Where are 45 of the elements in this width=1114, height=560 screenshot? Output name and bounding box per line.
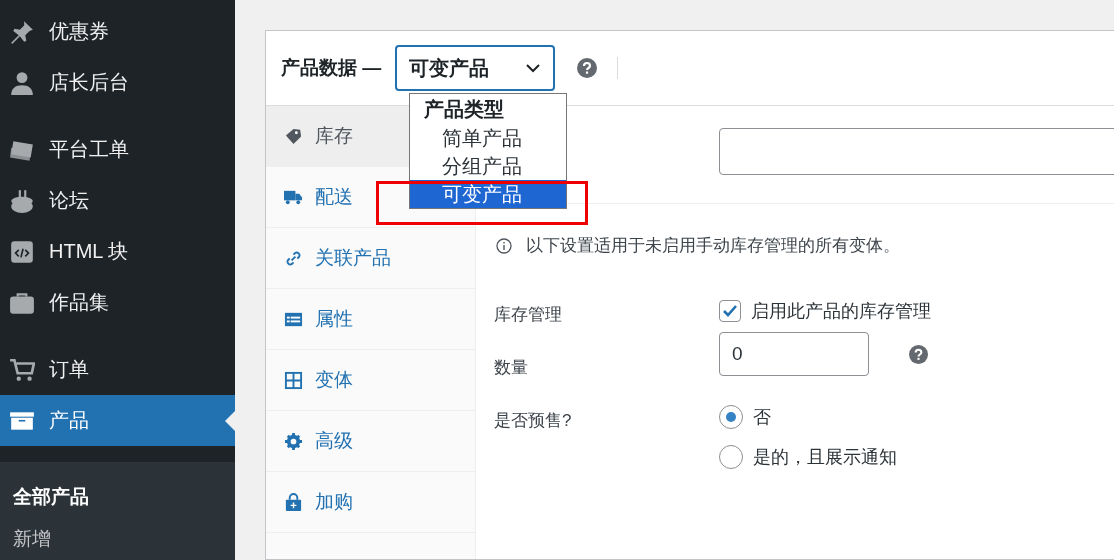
sidebar-item[interactable]: HTML 块 bbox=[0, 226, 235, 277]
notice-text: 以下设置适用于未启用手动库存管理的所有变体。 bbox=[526, 235, 900, 257]
panel-tab[interactable]: 变体 bbox=[266, 350, 409, 410]
code-block-icon bbox=[9, 238, 35, 265]
panel-tab[interactable]: 高级 bbox=[266, 411, 409, 471]
gear-icon bbox=[284, 431, 303, 451]
sidebar-item[interactable]: 作品集 bbox=[0, 277, 235, 328]
sidebar-item[interactable]: 平台工单 bbox=[0, 124, 235, 175]
sidebar-item[interactable]: 产品 bbox=[0, 395, 235, 446]
sidebar-item[interactable]: 论坛 bbox=[0, 175, 235, 226]
bag-icon bbox=[284, 492, 303, 512]
dropdown-option[interactable]: 分组产品 bbox=[410, 152, 566, 180]
sidebar-item[interactable]: 店长后台 bbox=[0, 57, 235, 108]
sidebar-item[interactable]: 优惠券 bbox=[0, 6, 235, 57]
field-label: 数量 bbox=[494, 357, 529, 379]
dropdown-option[interactable]: 简单产品 bbox=[410, 124, 566, 152]
product-type-select[interactable]: 可变产品 bbox=[395, 45, 556, 91]
radio-label: 否 bbox=[753, 406, 771, 429]
checkbox[interactable] bbox=[719, 300, 741, 322]
panel-tab[interactable]: 库存 bbox=[266, 106, 409, 166]
dropdown-option[interactable]: 可变产品 bbox=[410, 180, 566, 208]
help-icon bbox=[577, 58, 598, 78]
checkbox-label: 启用此产品的库存管理 bbox=[751, 300, 931, 323]
panel-tab[interactable]: 加购 bbox=[266, 472, 409, 532]
radio-label: 是的，且展示通知 bbox=[753, 446, 897, 469]
field-label: 是否预售? bbox=[494, 410, 573, 432]
option-group-label: 产品类型 bbox=[423, 97, 505, 122]
panel-title: 产品数据 — bbox=[281, 56, 382, 80]
submenu-item[interactable]: 新增 bbox=[0, 518, 235, 560]
panel-tab[interactable]: 关联产品 bbox=[266, 228, 409, 288]
person-icon bbox=[9, 69, 35, 96]
submenu-item[interactable]: 全部产品 bbox=[0, 476, 235, 518]
sidebar-item[interactable]: 订单 bbox=[0, 344, 235, 395]
help-icon bbox=[909, 344, 928, 364]
grid-icon bbox=[284, 370, 303, 390]
tag-icon bbox=[284, 126, 303, 146]
quantity-field[interactable]: 0 bbox=[719, 332, 869, 376]
field-label: 库存管理 bbox=[494, 304, 563, 326]
pin-icon bbox=[9, 18, 35, 45]
text-field[interactable] bbox=[719, 128, 1114, 175]
cake-icon bbox=[9, 187, 35, 214]
panel-tab[interactable]: 配送 bbox=[266, 167, 409, 227]
panel-tab[interactable]: 属性 bbox=[266, 289, 409, 349]
cart-icon bbox=[9, 356, 35, 383]
info-icon bbox=[496, 237, 512, 254]
